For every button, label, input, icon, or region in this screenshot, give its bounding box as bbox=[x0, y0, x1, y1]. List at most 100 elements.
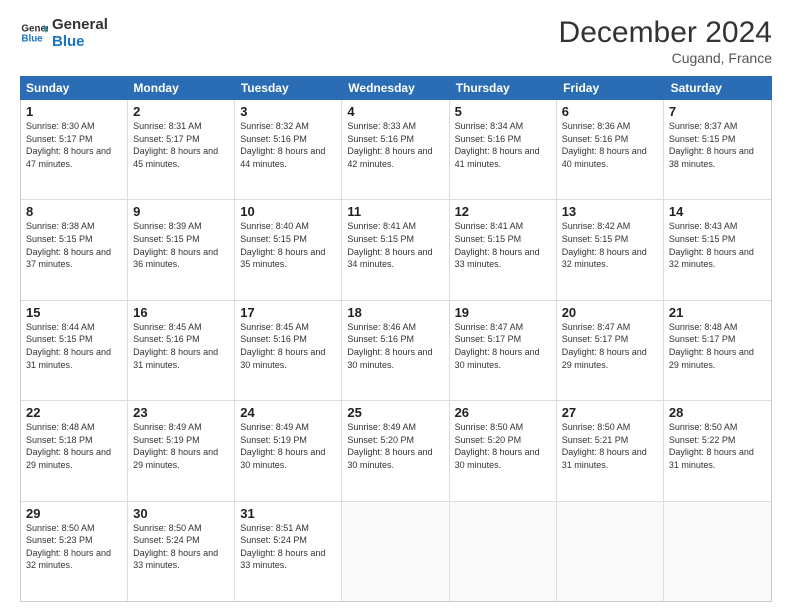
page: General Blue General Blue December 2024 … bbox=[0, 0, 792, 612]
cell-info: Sunrise: 8:38 AMSunset: 5:15 PMDaylight:… bbox=[26, 220, 122, 270]
day-number: 23 bbox=[133, 405, 229, 420]
cell-info: Sunrise: 8:46 AMSunset: 5:16 PMDaylight:… bbox=[347, 321, 443, 371]
cell-info: Sunrise: 8:50 AMSunset: 5:23 PMDaylight:… bbox=[26, 522, 122, 572]
cell-15: 15 Sunrise: 8:44 AMSunset: 5:15 PMDaylig… bbox=[21, 301, 128, 400]
cell-16: 16 Sunrise: 8:45 AMSunset: 5:16 PMDaylig… bbox=[128, 301, 235, 400]
calendar-grid: 1 Sunrise: 8:30 AMSunset: 5:17 PMDayligh… bbox=[20, 100, 772, 602]
header-sunday: Sunday bbox=[20, 76, 127, 100]
cell-empty-1 bbox=[342, 502, 449, 601]
cell-9: 9 Sunrise: 8:39 AMSunset: 5:15 PMDayligh… bbox=[128, 200, 235, 299]
cell-1: 1 Sunrise: 8:30 AMSunset: 5:17 PMDayligh… bbox=[21, 100, 128, 199]
week-row-4: 22 Sunrise: 8:48 AMSunset: 5:18 PMDaylig… bbox=[21, 401, 771, 501]
header-wednesday: Wednesday bbox=[342, 76, 449, 100]
cell-info: Sunrise: 8:45 AMSunset: 5:16 PMDaylight:… bbox=[240, 321, 336, 371]
cell-30: 30 Sunrise: 8:50 AMSunset: 5:24 PMDaylig… bbox=[128, 502, 235, 601]
day-number: 30 bbox=[133, 506, 229, 521]
location: Cugand, France bbox=[559, 50, 772, 66]
day-number: 27 bbox=[562, 405, 658, 420]
cell-21: 21 Sunrise: 8:48 AMSunset: 5:17 PMDaylig… bbox=[664, 301, 771, 400]
logo-blue: Blue bbox=[52, 33, 108, 50]
svg-text:Blue: Blue bbox=[21, 34, 43, 45]
header: General Blue General Blue December 2024 … bbox=[20, 16, 772, 66]
cell-26: 26 Sunrise: 8:50 AMSunset: 5:20 PMDaylig… bbox=[450, 401, 557, 500]
cell-info: Sunrise: 8:32 AMSunset: 5:16 PMDaylight:… bbox=[240, 120, 336, 170]
cell-info: Sunrise: 8:49 AMSunset: 5:20 PMDaylight:… bbox=[347, 421, 443, 471]
cell-17: 17 Sunrise: 8:45 AMSunset: 5:16 PMDaylig… bbox=[235, 301, 342, 400]
day-number: 22 bbox=[26, 405, 122, 420]
cell-6: 6 Sunrise: 8:36 AMSunset: 5:16 PMDayligh… bbox=[557, 100, 664, 199]
cell-info: Sunrise: 8:44 AMSunset: 5:15 PMDaylight:… bbox=[26, 321, 122, 371]
cell-23: 23 Sunrise: 8:49 AMSunset: 5:19 PMDaylig… bbox=[128, 401, 235, 500]
cell-info: Sunrise: 8:37 AMSunset: 5:15 PMDaylight:… bbox=[669, 120, 766, 170]
day-number: 14 bbox=[669, 204, 766, 219]
day-number: 16 bbox=[133, 305, 229, 320]
cell-31: 31 Sunrise: 8:51 AMSunset: 5:24 PMDaylig… bbox=[235, 502, 342, 601]
cell-11: 11 Sunrise: 8:41 AMSunset: 5:15 PMDaylig… bbox=[342, 200, 449, 299]
day-number: 19 bbox=[455, 305, 551, 320]
cell-info: Sunrise: 8:50 AMSunset: 5:20 PMDaylight:… bbox=[455, 421, 551, 471]
cell-13: 13 Sunrise: 8:42 AMSunset: 5:15 PMDaylig… bbox=[557, 200, 664, 299]
cell-3: 3 Sunrise: 8:32 AMSunset: 5:16 PMDayligh… bbox=[235, 100, 342, 199]
cell-info: Sunrise: 8:48 AMSunset: 5:17 PMDaylight:… bbox=[669, 321, 766, 371]
day-number: 6 bbox=[562, 104, 658, 119]
header-monday: Monday bbox=[127, 76, 234, 100]
cell-4: 4 Sunrise: 8:33 AMSunset: 5:16 PMDayligh… bbox=[342, 100, 449, 199]
cell-18: 18 Sunrise: 8:46 AMSunset: 5:16 PMDaylig… bbox=[342, 301, 449, 400]
logo-general: General bbox=[52, 16, 108, 33]
day-number: 21 bbox=[669, 305, 766, 320]
cell-20: 20 Sunrise: 8:47 AMSunset: 5:17 PMDaylig… bbox=[557, 301, 664, 400]
day-number: 18 bbox=[347, 305, 443, 320]
day-number: 3 bbox=[240, 104, 336, 119]
logo: General Blue General Blue bbox=[20, 16, 108, 51]
cell-info: Sunrise: 8:47 AMSunset: 5:17 PMDaylight:… bbox=[562, 321, 658, 371]
cell-info: Sunrise: 8:50 AMSunset: 5:21 PMDaylight:… bbox=[562, 421, 658, 471]
logo-icon: General Blue bbox=[20, 19, 48, 47]
cell-info: Sunrise: 8:36 AMSunset: 5:16 PMDaylight:… bbox=[562, 120, 658, 170]
cell-7: 7 Sunrise: 8:37 AMSunset: 5:15 PMDayligh… bbox=[664, 100, 771, 199]
cell-28: 28 Sunrise: 8:50 AMSunset: 5:22 PMDaylig… bbox=[664, 401, 771, 500]
day-number: 1 bbox=[26, 104, 122, 119]
day-number: 9 bbox=[133, 204, 229, 219]
cell-info: Sunrise: 8:39 AMSunset: 5:15 PMDaylight:… bbox=[133, 220, 229, 270]
title-block: December 2024 Cugand, France bbox=[559, 16, 772, 66]
header-tuesday: Tuesday bbox=[235, 76, 342, 100]
cell-25: 25 Sunrise: 8:49 AMSunset: 5:20 PMDaylig… bbox=[342, 401, 449, 500]
day-number: 11 bbox=[347, 204, 443, 219]
cell-info: Sunrise: 8:42 AMSunset: 5:15 PMDaylight:… bbox=[562, 220, 658, 270]
cell-info: Sunrise: 8:41 AMSunset: 5:15 PMDaylight:… bbox=[347, 220, 443, 270]
day-number: 10 bbox=[240, 204, 336, 219]
cell-info: Sunrise: 8:43 AMSunset: 5:15 PMDaylight:… bbox=[669, 220, 766, 270]
day-number: 13 bbox=[562, 204, 658, 219]
day-number: 17 bbox=[240, 305, 336, 320]
header-thursday: Thursday bbox=[450, 76, 557, 100]
cell-info: Sunrise: 8:50 AMSunset: 5:24 PMDaylight:… bbox=[133, 522, 229, 572]
header-saturday: Saturday bbox=[665, 76, 772, 100]
week-row-1: 1 Sunrise: 8:30 AMSunset: 5:17 PMDayligh… bbox=[21, 100, 771, 200]
cell-29: 29 Sunrise: 8:50 AMSunset: 5:23 PMDaylig… bbox=[21, 502, 128, 601]
day-number: 5 bbox=[455, 104, 551, 119]
cell-empty-3 bbox=[557, 502, 664, 601]
cell-19: 19 Sunrise: 8:47 AMSunset: 5:17 PMDaylig… bbox=[450, 301, 557, 400]
cell-empty-4 bbox=[664, 502, 771, 601]
day-number: 2 bbox=[133, 104, 229, 119]
cell-info: Sunrise: 8:51 AMSunset: 5:24 PMDaylight:… bbox=[240, 522, 336, 572]
cell-info: Sunrise: 8:49 AMSunset: 5:19 PMDaylight:… bbox=[133, 421, 229, 471]
cell-8: 8 Sunrise: 8:38 AMSunset: 5:15 PMDayligh… bbox=[21, 200, 128, 299]
cell-info: Sunrise: 8:33 AMSunset: 5:16 PMDaylight:… bbox=[347, 120, 443, 170]
cell-22: 22 Sunrise: 8:48 AMSunset: 5:18 PMDaylig… bbox=[21, 401, 128, 500]
cell-12: 12 Sunrise: 8:41 AMSunset: 5:15 PMDaylig… bbox=[450, 200, 557, 299]
day-number: 15 bbox=[26, 305, 122, 320]
cell-info: Sunrise: 8:31 AMSunset: 5:17 PMDaylight:… bbox=[133, 120, 229, 170]
week-row-5: 29 Sunrise: 8:50 AMSunset: 5:23 PMDaylig… bbox=[21, 502, 771, 601]
week-row-2: 8 Sunrise: 8:38 AMSunset: 5:15 PMDayligh… bbox=[21, 200, 771, 300]
cell-10: 10 Sunrise: 8:40 AMSunset: 5:15 PMDaylig… bbox=[235, 200, 342, 299]
cell-2: 2 Sunrise: 8:31 AMSunset: 5:17 PMDayligh… bbox=[128, 100, 235, 199]
day-number: 7 bbox=[669, 104, 766, 119]
cell-info: Sunrise: 8:48 AMSunset: 5:18 PMDaylight:… bbox=[26, 421, 122, 471]
cell-5: 5 Sunrise: 8:34 AMSunset: 5:16 PMDayligh… bbox=[450, 100, 557, 199]
day-number: 20 bbox=[562, 305, 658, 320]
cell-27: 27 Sunrise: 8:50 AMSunset: 5:21 PMDaylig… bbox=[557, 401, 664, 500]
day-number: 31 bbox=[240, 506, 336, 521]
day-number: 24 bbox=[240, 405, 336, 420]
month-title: December 2024 bbox=[559, 16, 772, 50]
